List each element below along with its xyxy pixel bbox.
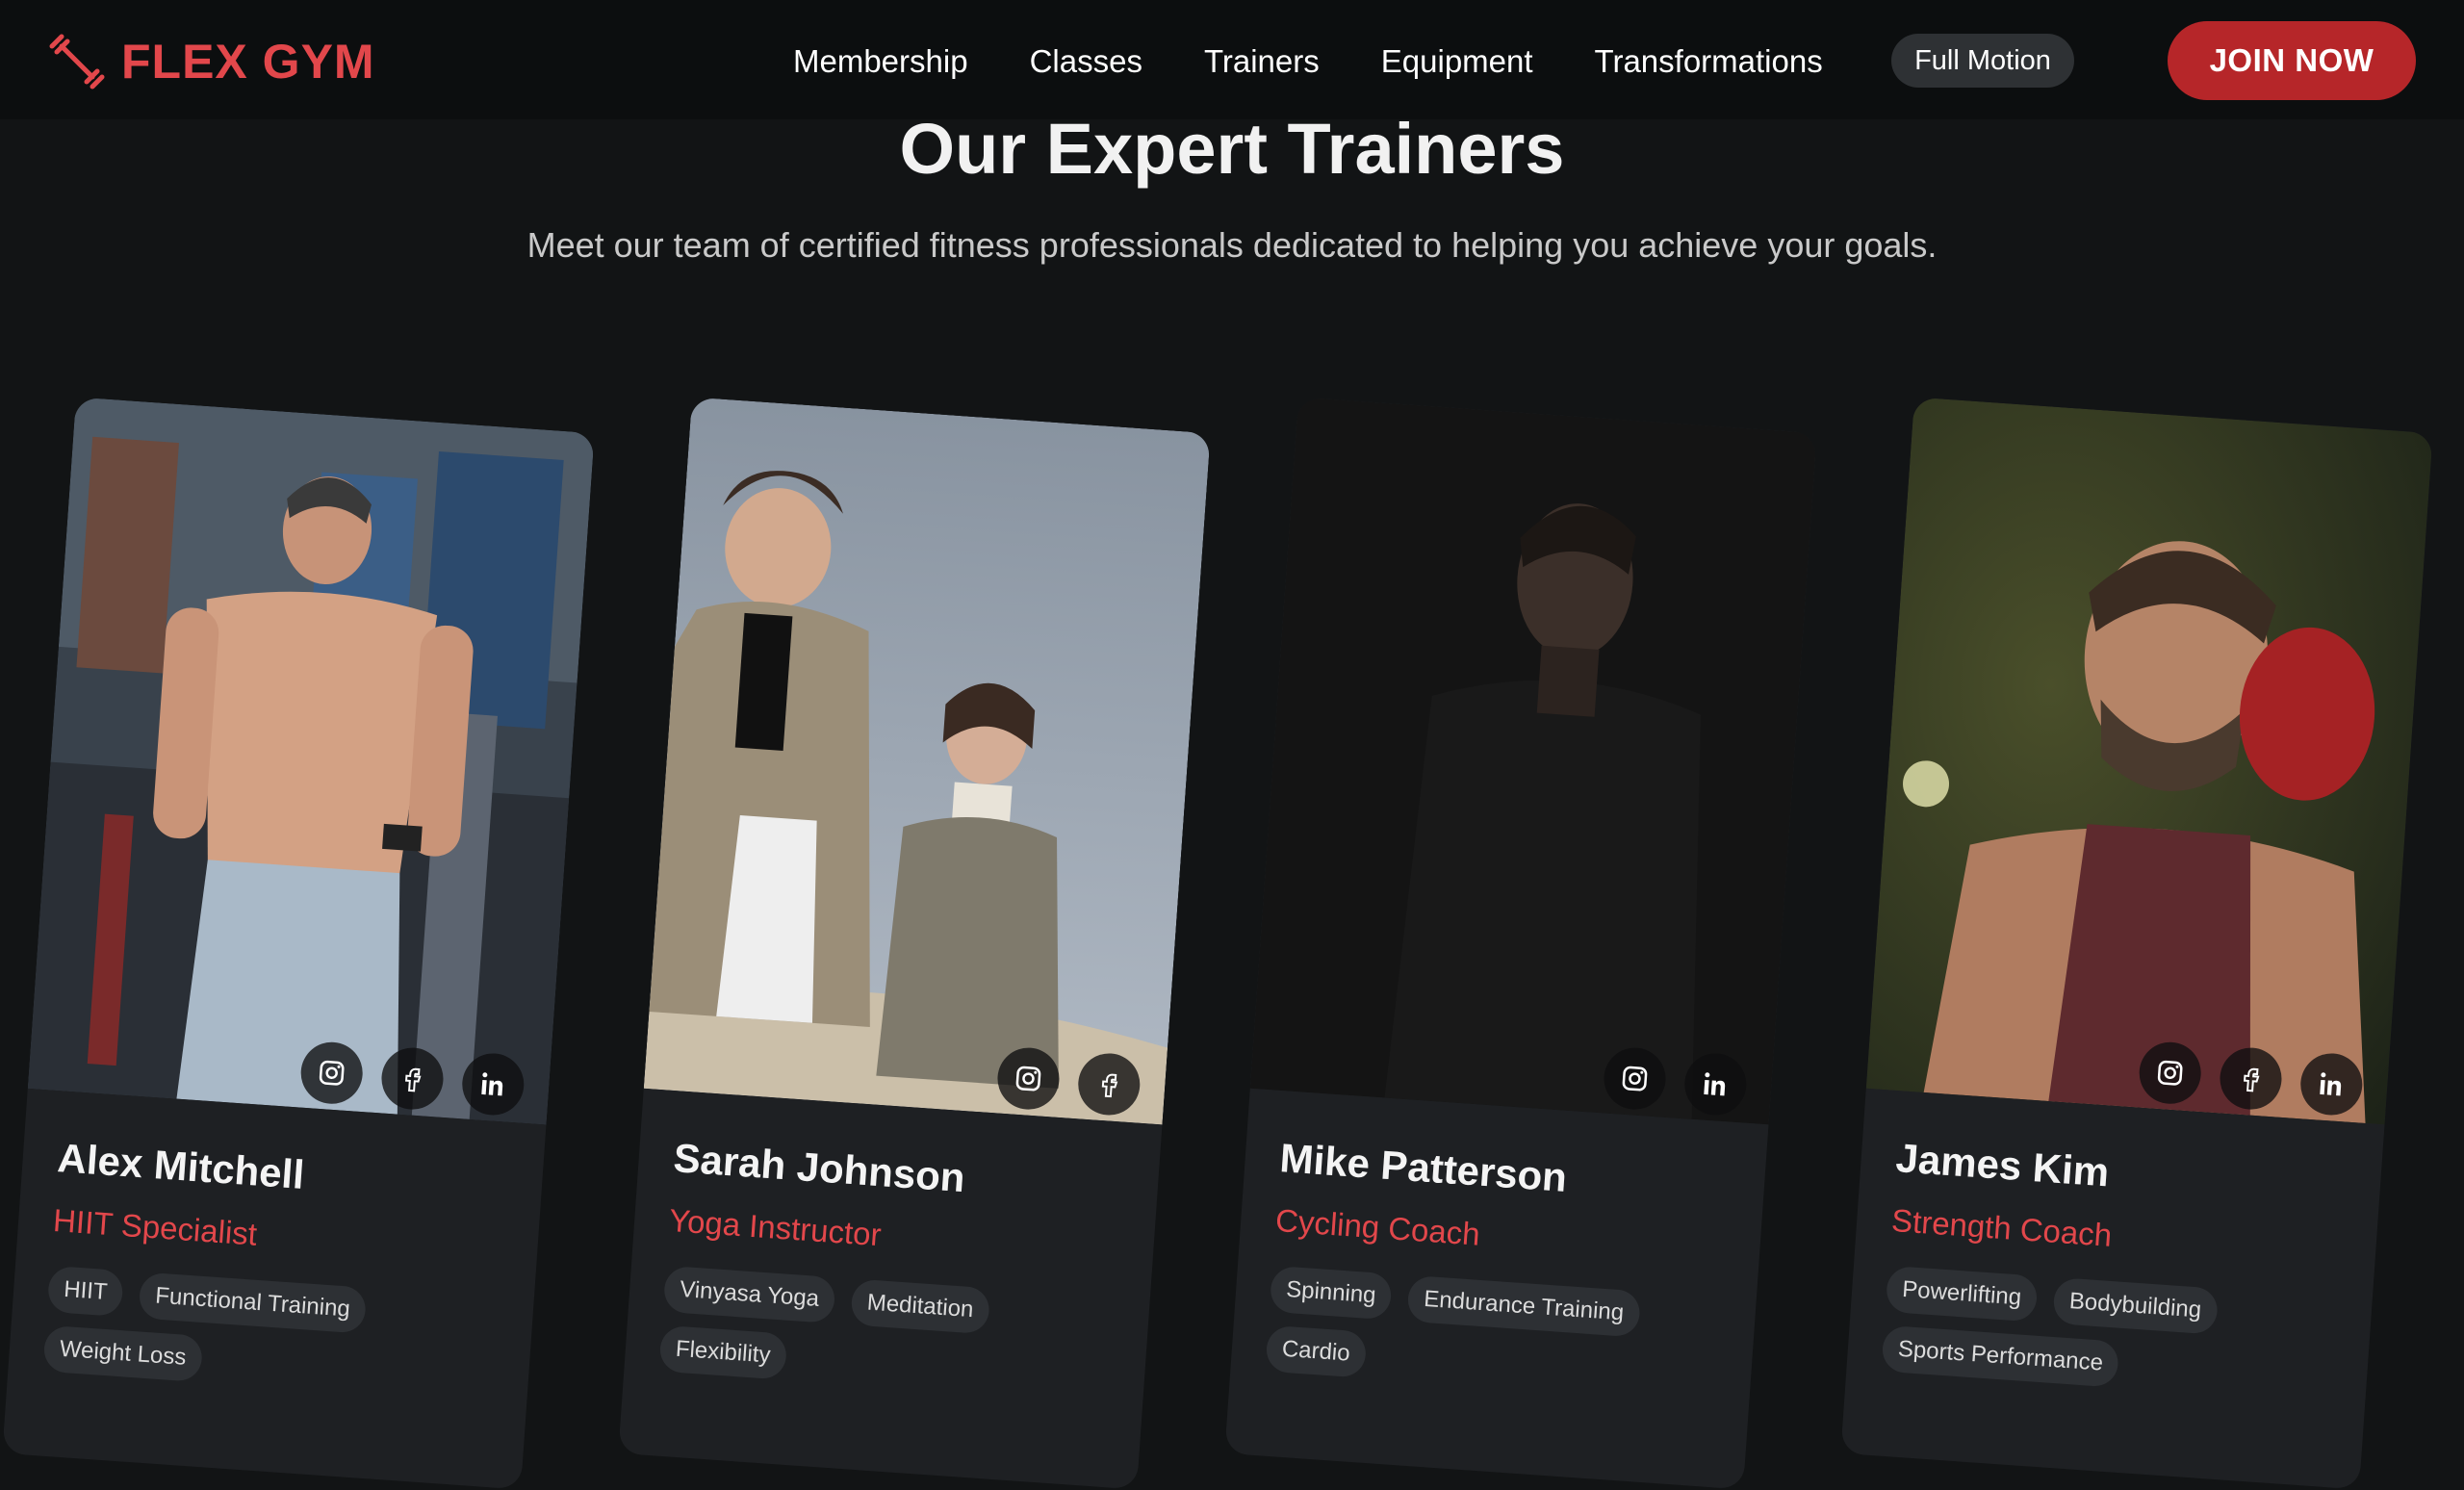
social-links — [995, 1045, 1142, 1118]
specialty-tag: Functional Training — [138, 1272, 368, 1334]
specialty-tag: Spinning — [1269, 1265, 1394, 1321]
nav-link-trainers[interactable]: Trainers — [1204, 43, 1320, 80]
specialty-tag: Sports Performance — [1881, 1324, 2120, 1388]
trainer-info: Sarah Johnson Yoga Instructor Vinyasa Yo… — [624, 1089, 1162, 1405]
specialty-tag: HIIT — [46, 1265, 125, 1318]
specialty-tag: Powerlifting — [1885, 1265, 2039, 1323]
specialty-tag: Bodybuilding — [2052, 1276, 2219, 1335]
instagram-icon[interactable] — [1602, 1045, 1668, 1112]
specialty-tag: Vinyasa Yoga — [662, 1265, 836, 1324]
trainer-info: Alex Mitchell HIIT Specialist HIIT Funct… — [8, 1089, 546, 1405]
specialty-tag: Flexibility — [658, 1324, 788, 1380]
section-subtitle: Meet our team of certified fitness profe… — [526, 225, 1938, 265]
trainer-role: HIIT Specialist — [52, 1201, 259, 1252]
specialty-tag: Cardio — [1265, 1324, 1368, 1378]
facebook-icon[interactable] — [379, 1045, 446, 1112]
specialty-tag: Endurance Training — [1406, 1274, 1641, 1338]
trainer-card[interactable]: Mike Patterson Cycling Coach Spinning En… — [1224, 397, 1817, 1490]
section-title: Our Expert Trainers — [899, 109, 1565, 189]
trainer-name: James Kim — [1894, 1135, 2111, 1195]
nav-links: Membership Classes Trainers Equipment Tr… — [793, 39, 1885, 85]
specialty-tags: Spinning Endurance Training Cardio — [1265, 1265, 1722, 1402]
trainer-photo — [643, 397, 1211, 1125]
trainer-name: Alex Mitchell — [56, 1135, 306, 1197]
specialty-tag: Weight Loss — [42, 1324, 203, 1382]
trainer-role: Cycling Coach — [1274, 1201, 1481, 1252]
trainer-photo — [27, 397, 595, 1125]
facebook-icon[interactable] — [1076, 1051, 1142, 1118]
trainer-name: Sarah Johnson — [672, 1135, 967, 1201]
instagram-icon[interactable] — [298, 1040, 365, 1106]
trainer-card[interactable]: Sarah Johnson Yoga Instructor Vinyasa Yo… — [618, 397, 1211, 1490]
nav-link-membership[interactable]: Membership — [793, 43, 968, 80]
specialty-tags: Powerlifting Bodybuilding Sports Perform… — [1881, 1265, 2338, 1402]
trainer-card[interactable]: James Kim Strength Coach Powerlifting Bo… — [1840, 397, 2433, 1490]
brand-name: FLEX GYM — [121, 35, 375, 89]
instagram-icon[interactable] — [2137, 1040, 2203, 1106]
trainer-role: Yoga Instructor — [668, 1201, 883, 1253]
nav-link-classes[interactable]: Classes — [1030, 43, 1142, 80]
brand-logo[interactable]: FLEX GYM — [46, 31, 375, 92]
specialty-tags: HIIT Functional Training Weight Loss — [42, 1265, 500, 1402]
nav-link-transformations[interactable]: Transformations — [1595, 43, 1823, 80]
linkedin-icon[interactable] — [1682, 1051, 1749, 1118]
facebook-icon[interactable] — [2218, 1045, 2284, 1112]
social-links — [1602, 1045, 1749, 1118]
specialty-tag: Meditation — [850, 1278, 990, 1335]
specialty-tags: Vinyasa Yoga Meditation Flexibility — [658, 1265, 1116, 1402]
trainer-photo — [1865, 397, 2433, 1125]
join-now-button[interactable]: JOIN NOW — [2168, 21, 2416, 100]
trainer-info: Mike Patterson Cycling Coach Spinning En… — [1230, 1089, 1768, 1405]
trainer-photo — [1249, 397, 1817, 1125]
linkedin-icon[interactable] — [2298, 1051, 2365, 1118]
dumbbell-icon — [46, 31, 108, 92]
trainer-card[interactable]: Alex Mitchell HIIT Specialist HIIT Funct… — [2, 397, 595, 1490]
nav-link-equipment[interactable]: Equipment — [1381, 43, 1533, 80]
trainer-info: James Kim Strength Coach Powerlifting Bo… — [1846, 1089, 2384, 1405]
trainer-name: Mike Patterson — [1278, 1135, 1569, 1200]
instagram-icon[interactable] — [995, 1045, 1062, 1112]
full-motion-toggle[interactable]: Full Motion — [1891, 34, 2074, 88]
trainer-role: Strength Coach — [1890, 1201, 2114, 1253]
top-navigation: FLEX GYM Membership Classes Trainers Equ… — [0, 0, 2464, 119]
linkedin-icon[interactable] — [460, 1051, 526, 1118]
